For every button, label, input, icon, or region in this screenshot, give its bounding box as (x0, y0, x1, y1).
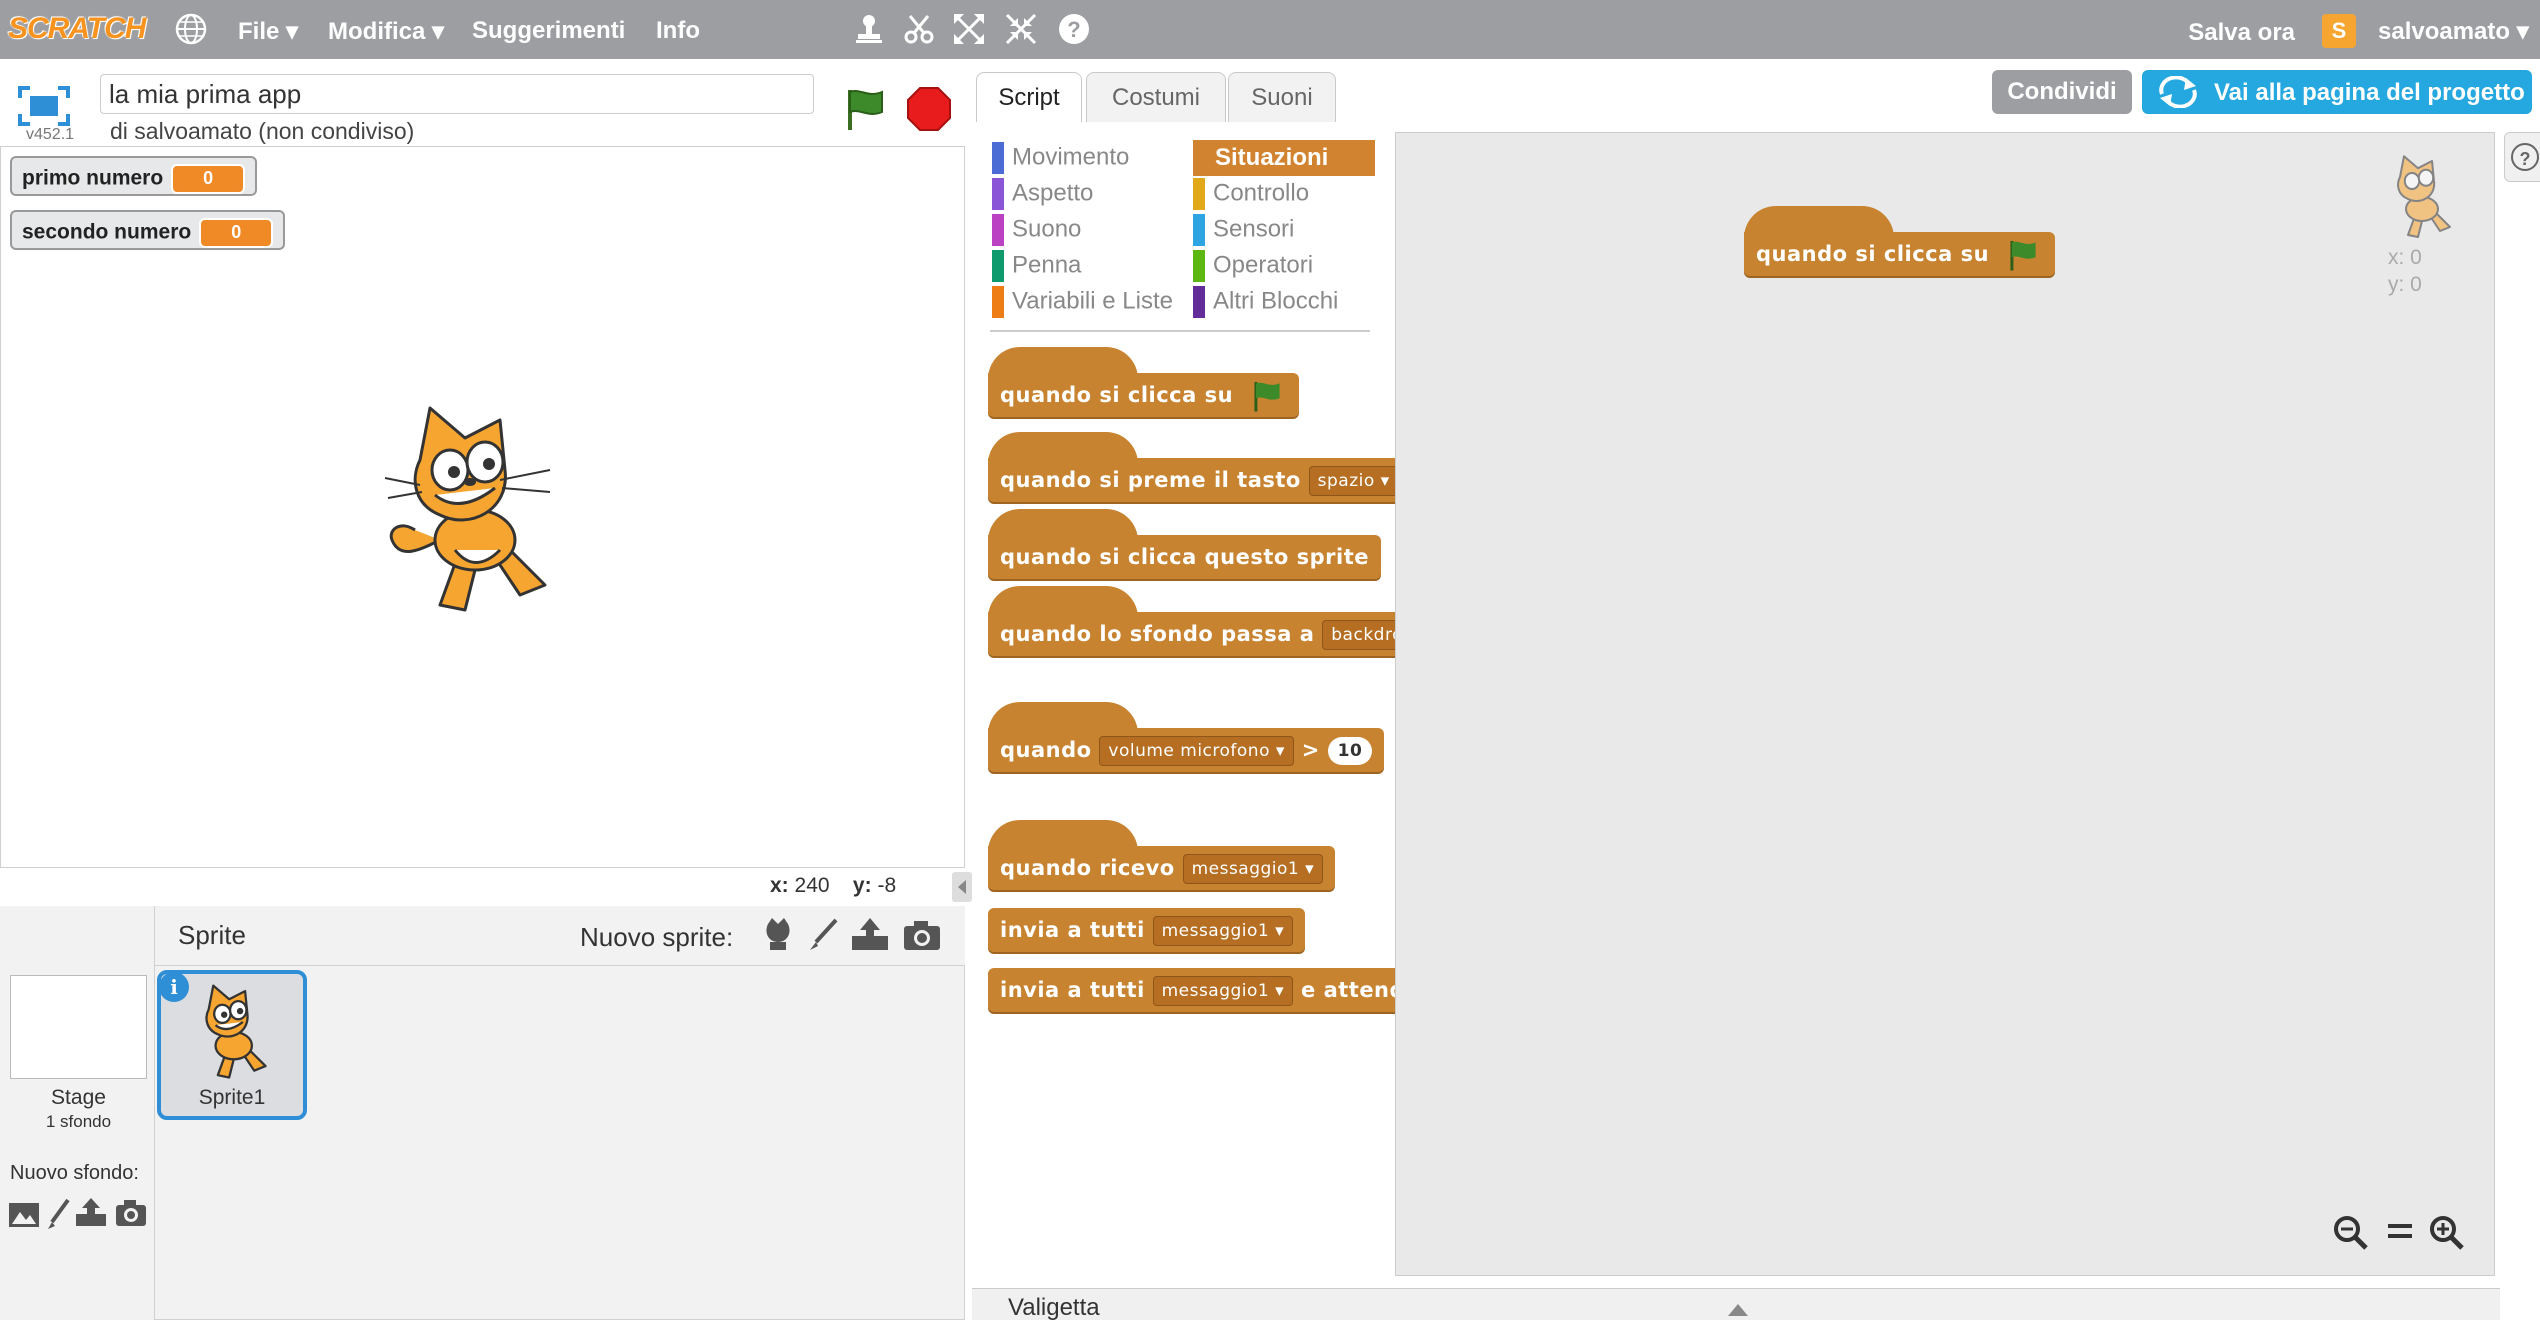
project-page-button[interactable]: Vai alla pagina del progetto (2142, 70, 2532, 114)
tab-costumes[interactable]: Costumi (1086, 72, 1226, 122)
message-dropdown[interactable]: messaggio1 ▾ (1152, 916, 1294, 946)
script-area[interactable] (1395, 132, 2495, 1276)
fullscreen-icon[interactable] (16, 84, 72, 128)
project-byline: di salvoamato (non condiviso) (110, 118, 415, 144)
new-sprite-label: Nuovo sprite: (580, 922, 734, 952)
scratch-logo[interactable]: SCRATCH (8, 12, 146, 50)
block-when-flag-clicked[interactable]: quando si clicca su (988, 347, 1299, 417)
zoom-reset-icon[interactable] (2380, 1212, 2420, 1252)
project-title-input[interactable] (100, 74, 814, 114)
palette-divider (990, 330, 1370, 332)
block-when-sprite-clicked[interactable]: quando si clicca questo sprite (988, 509, 1381, 579)
category-variables[interactable]: Variabili e Liste (992, 286, 1173, 318)
block-broadcast-and-wait[interactable]: invia a tutti messaggio1 ▾ e attendi (988, 968, 1425, 1012)
delete-scissors-icon[interactable] (902, 12, 936, 46)
grow-icon[interactable] (952, 12, 986, 46)
zoom-out-icon[interactable] (2330, 1212, 2370, 1252)
backdrop-library-icon[interactable] (8, 1200, 40, 1230)
camera-icon[interactable] (902, 918, 942, 952)
stage-backdrop-count: 1 sfondo (45, 1112, 112, 1131)
share-button[interactable]: Condividi (1992, 70, 2132, 114)
message-dropdown[interactable]: messaggio1 ▾ (1182, 854, 1324, 884)
edit-menu[interactable]: Modifica ▾ (328, 17, 444, 46)
stop-sign-icon[interactable] (906, 86, 952, 132)
sprite1-thumbnail[interactable]: i Sprite1 (157, 970, 307, 1120)
refresh-arrows-icon (2159, 76, 2197, 108)
stage-thumbnail[interactable] (10, 975, 147, 1079)
watcher-label: secondo numero (22, 220, 192, 244)
watcher-value: 0 (199, 218, 274, 248)
about-menu[interactable]: Info (656, 17, 700, 45)
message-dropdown[interactable]: messaggio1 ▾ (1152, 976, 1294, 1006)
paint-brush-icon[interactable] (806, 916, 842, 952)
category-operators[interactable]: Operatori (1193, 250, 1313, 282)
category-sensing[interactable]: Sensori (1193, 214, 1294, 246)
green-flag-icon (1254, 381, 1280, 412)
block-when-i-receive[interactable]: quando ricevo messaggio1 ▾ (988, 820, 1336, 890)
info-icon[interactable]: i (159, 972, 189, 1002)
sprite1-cat-icon (186, 982, 286, 1082)
paint-backdrop-icon[interactable] (46, 1198, 72, 1230)
backpack-expand-icon[interactable] (1726, 1302, 1750, 1318)
camera-backdrop-icon[interactable] (114, 1198, 148, 1228)
category-events[interactable]: Situazioni (1193, 140, 1375, 176)
green-flag-icon (2010, 240, 2036, 271)
version-label: v452.1 (26, 126, 75, 143)
new-backdrop-label: Nuovo sfondo: (10, 1162, 139, 1184)
svg-text:?: ? (1067, 17, 1080, 42)
block-when-backdrop-switches[interactable]: quando lo sfondo passa a backdrop1 (988, 586, 1447, 656)
key-dropdown[interactable]: spazio ▾ (1308, 466, 1399, 496)
sprite-y-readout: y: 0 (2388, 273, 2422, 296)
category-more-blocks[interactable]: Altri Blocchi (1193, 286, 1338, 318)
current-sprite-cat-icon (2384, 152, 2464, 242)
block-when-key-pressed[interactable]: quando si preme il tasto spazio ▾ (988, 432, 1411, 502)
sprite-library-icon[interactable] (760, 916, 796, 952)
sprite-x-readout: x: 0 (2388, 246, 2422, 269)
file-menu[interactable]: File ▾ (238, 17, 298, 46)
watcher-label: primo numero (22, 166, 164, 190)
shrink-icon[interactable] (1004, 12, 1038, 46)
block-broadcast[interactable]: invia a tutti messaggio1 ▾ (988, 908, 1306, 952)
sprite-heading: Sprite (178, 920, 246, 950)
watcher-primo-numero[interactable]: primo numero 0 (10, 156, 258, 196)
zoom-in-icon[interactable] (2426, 1212, 2466, 1252)
sprite1-label: Sprite1 (198, 1086, 266, 1109)
help-sidebar-tab[interactable]: ? (2504, 132, 2540, 182)
save-now-link[interactable]: Salva ora (2188, 19, 2295, 47)
upload-icon[interactable] (850, 916, 890, 952)
tips-menu[interactable]: Suggerimenti (472, 17, 625, 45)
watcher-value: 0 (171, 164, 246, 194)
help-question-icon[interactable]: ? (1057, 12, 1091, 46)
category-pen[interactable]: Penna (992, 250, 1081, 282)
watcher-secondo-numero[interactable]: secondo numero 0 (10, 210, 286, 250)
language-globe-icon[interactable] (174, 12, 208, 46)
sprite-header (155, 906, 965, 966)
sensor-dropdown[interactable]: volume microfono ▾ (1099, 736, 1294, 766)
user-avatar[interactable]: S (2322, 14, 2356, 48)
block-when-sensor-greater[interactable]: quando volume microfono ▾ > 10 (988, 702, 1385, 772)
upload-backdrop-icon[interactable] (74, 1196, 108, 1228)
scratch-cat-sprite[interactable] (380, 400, 580, 620)
help-icon: ? (2511, 143, 2539, 171)
category-control[interactable]: Controllo (1193, 178, 1309, 210)
stage-label: Stage (51, 1086, 106, 1109)
threshold-input[interactable]: 10 (1327, 737, 1373, 765)
collapse-stage-handle[interactable] (952, 872, 972, 902)
category-looks[interactable]: Aspetto (992, 178, 1093, 210)
user-menu[interactable]: salvoamato ▾ (2378, 17, 2529, 46)
category-sound[interactable]: Suono (992, 214, 1081, 246)
script-block-when-flag-clicked[interactable]: quando si clicca su (1744, 206, 2055, 276)
backpack-label: Valigetta (1008, 1294, 1100, 1321)
duplicate-stamp-icon[interactable] (852, 12, 886, 46)
tab-sounds[interactable]: Suoni (1228, 72, 1336, 122)
mouse-coordinates: x: 240 y: -8 (770, 874, 897, 897)
green-flag-icon[interactable] (842, 86, 888, 132)
category-motion[interactable]: Movimento (992, 142, 1129, 174)
tab-script[interactable]: Script (976, 72, 1082, 122)
